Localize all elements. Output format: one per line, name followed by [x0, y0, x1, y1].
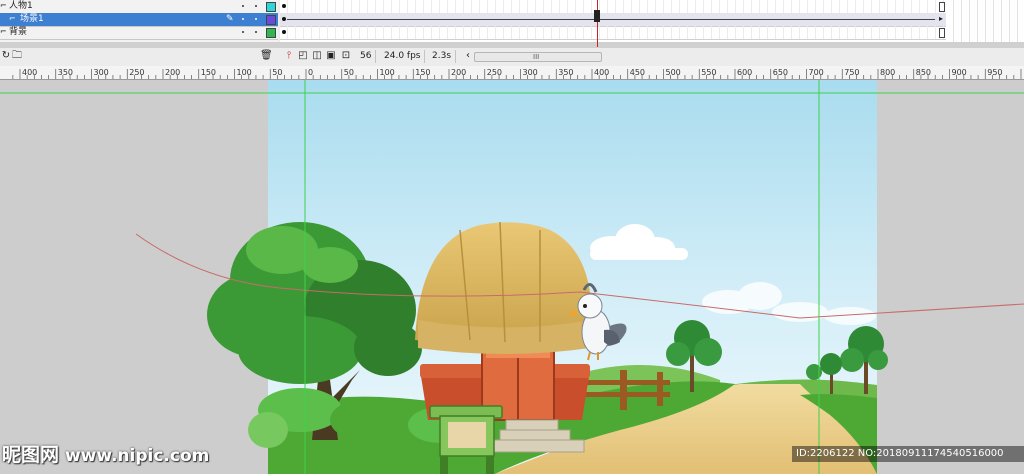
ruler-label: 150	[415, 68, 430, 77]
ruler-label: 750	[844, 68, 859, 77]
layer-icon: ⌐	[9, 14, 16, 23]
stage-canvas[interactable]	[0, 80, 1024, 474]
frame-row[interactable]	[280, 0, 946, 14]
ruler-label: 0	[308, 68, 313, 77]
ruler-label: 200	[451, 68, 466, 77]
layer-name: 人物1	[9, 1, 33, 11]
keyframe[interactable]	[282, 30, 286, 34]
lock-dot[interactable]	[255, 5, 257, 7]
tween-line	[287, 19, 935, 20]
layer-list: ⌐ 人物1 ⌐ 场景1 ✎ ⌐ 背景	[0, 0, 278, 42]
end-frame[interactable]	[939, 2, 945, 12]
layer-row-character[interactable]: ⌐ 人物1	[0, 0, 278, 14]
current-frame-field[interactable]: 56	[356, 50, 377, 63]
ruler-label: 650	[773, 68, 788, 77]
visibility-dot[interactable]	[242, 31, 244, 33]
center-frame-icon[interactable]: ⫯	[283, 50, 295, 62]
outline-color-swatch[interactable]	[266, 28, 276, 38]
watermark-brand: 昵图网	[2, 444, 60, 466]
onion-outline-icon[interactable]: ◫	[311, 50, 323, 62]
edit-multiple-frames-icon[interactable]: ▣	[325, 50, 337, 62]
ruler-scale: 400 350 300 250 200 150 100 50 0 50 100 150 200 250 30…	[12, 68, 1022, 79]
ruler-label: 300	[94, 68, 109, 77]
scroll-left-icon[interactable]: ‹	[462, 50, 474, 62]
ruler-label: 900	[952, 68, 967, 77]
ruler-label: 250	[487, 68, 502, 77]
scroll-grip[interactable]: III	[533, 53, 539, 61]
timeline-status-bar: ↻ 🗀 🗑 ⫯ ◰ ◫ ▣ ⊡ 56 24.0 fps 2.3s ‹ III	[0, 47, 1024, 66]
pencil-icon: ✎	[226, 14, 234, 24]
ruler-label: 550	[701, 68, 716, 77]
trash-icon[interactable]: 🗑	[260, 50, 273, 62]
frame-row[interactable]	[280, 26, 946, 40]
ruler-label: 50	[344, 68, 354, 77]
layer-name: 场景1	[20, 14, 44, 24]
ruler-label: 500	[666, 68, 681, 77]
ruler-label: 200	[165, 68, 180, 77]
frame-row[interactable]: ▸	[280, 13, 946, 27]
lock-dot[interactable]	[255, 31, 257, 33]
frame-rate-field[interactable]: 24.0 fps	[380, 50, 426, 63]
tween-arrow-icon: ▸	[939, 14, 944, 23]
thatched-hut	[415, 221, 592, 421]
ruler-label: 350	[58, 68, 73, 77]
layer-name: 背景	[9, 27, 28, 37]
ruler-label: 400	[22, 68, 37, 77]
ruler-label: 800	[880, 68, 895, 77]
outline-color-swatch[interactable]	[266, 2, 276, 12]
playhead[interactable]	[597, 0, 598, 52]
ruler-label: 450	[630, 68, 645, 77]
end-frame[interactable]	[939, 28, 945, 38]
ruler-label: 700	[809, 68, 824, 77]
frame-grid[interactable]: ▸	[280, 0, 946, 42]
lock-dot[interactable]	[255, 18, 257, 20]
watermark-id: ID:2206122 NO:20180911174540516000	[792, 446, 1024, 462]
timeline-panel: ⌐ 人物1 ⌐ 场景1 ✎ ⌐ 背景 ▸	[0, 0, 1024, 42]
horizontal-scrollbar[interactable]: III	[474, 52, 602, 62]
ruler-label: 300	[523, 68, 538, 77]
layer-row-background[interactable]: ⌐ 背景	[0, 26, 278, 40]
outline-color-swatch[interactable]	[266, 15, 276, 25]
watermark-url: www.nipic.com	[64, 446, 210, 466]
ruler-label: 350	[558, 68, 573, 77]
frame-grid-overflow	[946, 0, 1024, 42]
keyframe[interactable]	[282, 4, 286, 8]
ruler-label: 100	[237, 68, 252, 77]
ruler-label: 600	[737, 68, 752, 77]
ruler-label: 250	[129, 68, 144, 77]
elapsed-time-field: 2.3s	[428, 50, 457, 63]
watermark-left: 昵图网 www.nipic.com	[2, 440, 209, 470]
ruler-label: 100	[380, 68, 395, 77]
new-folder-icon[interactable]: 🗀	[11, 50, 23, 62]
visibility-dot[interactable]	[242, 5, 244, 7]
horizontal-ruler[interactable]: 400 350 300 250 200 150 100 50 0 50 100 150 200 250 30…	[0, 66, 1024, 80]
onion-skin-icon[interactable]: ◰	[297, 50, 309, 62]
keyframe[interactable]	[282, 17, 286, 21]
ruler-label: 150	[201, 68, 216, 77]
modify-markers-icon[interactable]: ⊡	[340, 50, 352, 62]
ruler-label: 850	[916, 68, 931, 77]
playhead-handle[interactable]	[594, 10, 600, 22]
ruler-label: 50	[272, 68, 282, 77]
ruler-label: 400	[594, 68, 609, 77]
ruler-label: 950	[987, 68, 1002, 77]
visibility-dot[interactable]	[242, 18, 244, 20]
layer-row-scene[interactable]: ⌐ 场景1 ✎	[0, 13, 278, 27]
